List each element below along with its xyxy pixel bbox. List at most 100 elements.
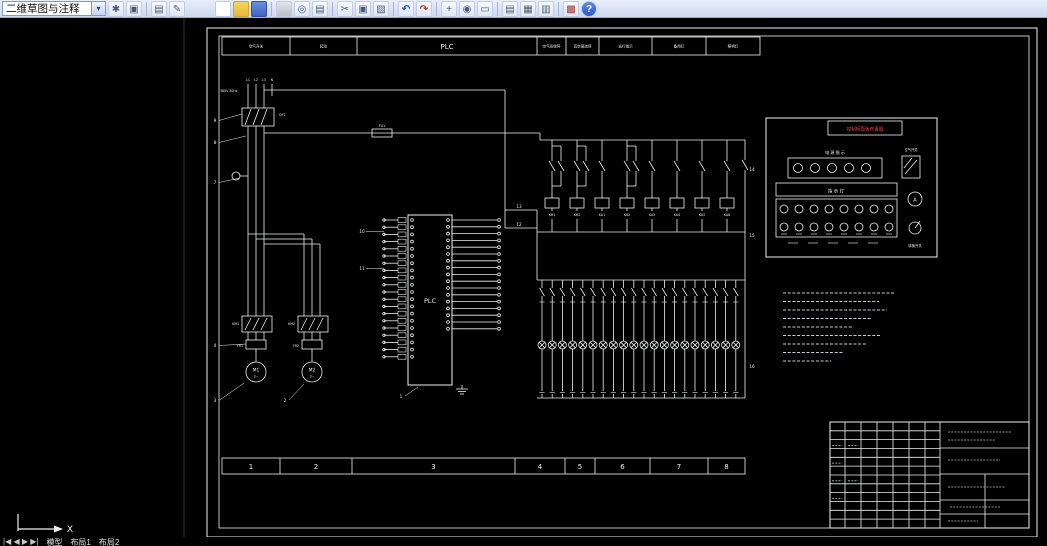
svg-text:KA3: KA3 xyxy=(649,213,655,217)
plc-block: PLC xyxy=(382,214,501,395)
tool-palettes-icon[interactable]: ▥ xyxy=(538,0,554,17)
svg-text:QF1: QF1 xyxy=(279,113,286,117)
svg-text:16: 16 xyxy=(749,364,755,369)
chevron-down-icon[interactable]: ▾ xyxy=(91,2,105,15)
svg-text:4: 4 xyxy=(214,343,217,348)
toolbar-separator xyxy=(271,1,272,16)
calculator-icon[interactable]: ▩ xyxy=(563,0,579,17)
design-center-icon[interactable]: ▦ xyxy=(520,0,536,17)
svg-text:控制柜面板布置图: 控制柜面板布置图 xyxy=(847,126,884,133)
toolbar-separator xyxy=(436,1,437,16)
plot-preview-icon[interactable]: ◎ xyxy=(294,0,310,17)
sheet-set-manager-icon[interactable]: ▤ xyxy=(151,0,167,17)
svg-text:KA2: KA2 xyxy=(624,213,630,217)
svg-text:FU1: FU1 xyxy=(379,124,386,128)
layout-tab-nav-arrows[interactable]: |◀ ◀ ▶ ▶| xyxy=(3,537,38,546)
svg-text:8: 8 xyxy=(724,463,728,471)
svg-text:起动: 起动 xyxy=(320,44,328,49)
redo-icon[interactable]: ↷ xyxy=(416,0,432,17)
svg-text:380V 50Hz: 380V 50Hz xyxy=(220,89,238,93)
svg-text:5: 5 xyxy=(578,463,582,471)
svg-text:7: 7 xyxy=(677,463,681,471)
workspace-dropdown-value: 二维草图与注释 xyxy=(6,3,80,15)
svg-text:KM2: KM2 xyxy=(574,213,581,217)
help-icon[interactable]: ? xyxy=(581,0,597,17)
svg-text:KM2: KM2 xyxy=(288,322,295,326)
svg-text:X: X xyxy=(67,525,73,535)
callout-numbers: 123478910111213141516 xyxy=(214,113,755,403)
tab-model[interactable]: 模型 xyxy=(46,537,62,546)
new-file-icon[interactable] xyxy=(215,0,231,17)
copy-icon[interactable]: ▣ xyxy=(355,0,371,17)
tab-layout1[interactable]: 布局1 xyxy=(70,537,90,546)
markup-icon[interactable]: ✎ xyxy=(169,0,185,17)
svg-text:真空度选择: 真空度选择 xyxy=(574,44,592,49)
svg-text:N: N xyxy=(271,78,274,82)
svg-text:备用灯: 备用灯 xyxy=(674,44,685,49)
relay-ladder: KM1 KM2 KA1 KA2 KA3 KA4 KA5 KA6 xyxy=(505,139,749,398)
paste-icon[interactable]: ▧ xyxy=(373,0,389,17)
tab-layout2[interactable]: 布局2 xyxy=(99,537,119,546)
svg-text:KA6: KA6 xyxy=(724,213,730,217)
pan-icon[interactable]: + xyxy=(441,0,457,17)
toolbar-separator xyxy=(393,1,394,16)
svg-text:1: 1 xyxy=(400,394,403,399)
svg-text:空气开关: 空气开关 xyxy=(249,44,264,49)
control-panel-layout: 控制柜面板布置图电 源 指 示 空气开关指 示 灯 A 转换开关 xyxy=(765,117,938,258)
svg-text:7: 7 xyxy=(214,180,217,185)
title-block xyxy=(829,421,1030,529)
svg-text:指 示 灯: 指 示 灯 xyxy=(828,188,845,195)
svg-text:KA4: KA4 xyxy=(674,213,680,217)
svg-text:转换开关: 转换开关 xyxy=(908,243,922,248)
save-file-icon[interactable] xyxy=(251,0,267,17)
svg-text:3: 3 xyxy=(431,463,435,471)
zoom-window-icon[interactable]: ▭ xyxy=(477,0,493,17)
open-file-icon[interactable] xyxy=(233,0,249,17)
zone-ruler: 1 2 3 4 5 6 7 8 xyxy=(221,457,746,475)
svg-text:L2: L2 xyxy=(254,78,258,82)
svg-text:15: 15 xyxy=(749,233,755,238)
svg-text:L3: L3 xyxy=(262,78,266,82)
svg-text:3~: 3~ xyxy=(310,375,315,379)
svg-text:PLC: PLC xyxy=(424,297,437,305)
ucs-icon: X xyxy=(17,514,73,535)
header-table: 空气开关 起动 PLC 空气系统停 真空度选择 运行指示 备用灯 照明灯 xyxy=(221,36,761,56)
svg-text:9: 9 xyxy=(214,118,217,123)
svg-text:KA5: KA5 xyxy=(699,213,705,217)
workspace-gear-icon[interactable]: ✱ xyxy=(108,0,124,17)
notes-text-lines xyxy=(783,292,895,362)
publish-icon[interactable]: ▤ xyxy=(312,0,328,17)
svg-text:PLC: PLC xyxy=(440,43,453,51)
svg-text:A: A xyxy=(913,198,917,204)
plot-icon[interactable] xyxy=(276,0,292,17)
svg-text:KM1: KM1 xyxy=(549,213,556,217)
save-workspace-icon[interactable]: ▣ xyxy=(126,0,142,17)
workspace-dropdown[interactable]: 二维草图与注释 ▾ xyxy=(2,1,106,16)
svg-text:8: 8 xyxy=(214,140,217,145)
svg-text:FR2: FR2 xyxy=(293,344,299,348)
svg-text:3: 3 xyxy=(214,398,217,403)
svg-text:3~: 3~ xyxy=(254,375,259,379)
drawing-canvas[interactable]: 空气开关 起动 PLC 空气系统停 真空度选择 运行指示 备用灯 照明灯 L1 L2 L3 N 380… xyxy=(0,0,1047,546)
undo-icon[interactable]: ↶ xyxy=(398,0,414,17)
statusbar: |◀ ◀ ▶ ▶| 模型 布局1 布局2 xyxy=(0,537,1047,546)
svg-text:电 源 指 示: 电 源 指 示 xyxy=(825,149,845,155)
svg-text:照明灯: 照明灯 xyxy=(728,44,739,49)
cut-icon[interactable]: ✂ xyxy=(337,0,353,17)
svg-text:14: 14 xyxy=(749,167,755,172)
zoom-icon[interactable]: ◉ xyxy=(459,0,475,17)
properties-icon[interactable]: ▤ xyxy=(502,0,518,17)
svg-text:M1: M1 xyxy=(253,368,260,373)
toolbar-separator xyxy=(332,1,333,16)
svg-text:空气系统停: 空气系统停 xyxy=(543,44,561,49)
svg-text:12: 12 xyxy=(516,222,522,227)
toolbar-separator xyxy=(558,1,559,16)
svg-text:10: 10 xyxy=(359,229,365,234)
svg-text:6: 6 xyxy=(620,463,625,471)
svg-text:1: 1 xyxy=(249,463,253,471)
top-toolbar: 二维草图与注释 ▾ ✱ ▣ ▤ ✎ ◎ ▤ ✂ ▣ ▧ ↶ ↷ + ◉ ▭ ▤ … xyxy=(0,0,1047,18)
svg-text:2: 2 xyxy=(284,398,287,403)
svg-text:11: 11 xyxy=(359,266,365,271)
svg-text:13: 13 xyxy=(516,204,522,209)
toolbar-separator xyxy=(146,1,147,16)
